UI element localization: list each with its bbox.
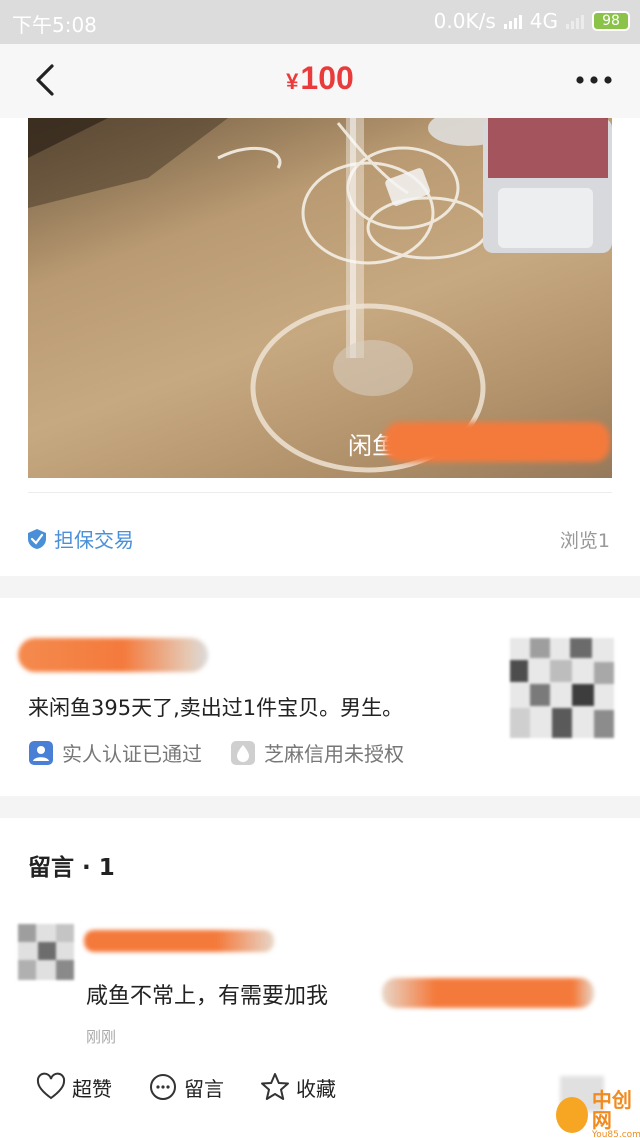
- redacted-contact-info: [382, 978, 594, 1008]
- site-logo-icon: [556, 1097, 588, 1133]
- redacted-seller-name: [18, 638, 208, 672]
- signal-strength-secondary-icon: [566, 13, 584, 29]
- site-logo: 中创网 You85.com: [556, 1090, 640, 1138]
- comment-label: 留言: [184, 1076, 224, 1101]
- like-button[interactable]: 超赞: [36, 1072, 112, 1102]
- network-type: 4G: [529, 9, 558, 33]
- real-name-verified-badge[interactable]: 实人认证已通过: [28, 738, 202, 767]
- product-price: ¥100: [0, 60, 640, 97]
- favorite-label: 收藏: [296, 1076, 336, 1101]
- seller-description: 来闲鱼395天了,卖出过1件宝贝。男生。: [28, 696, 404, 720]
- real-name-verified-label: 实人认证已通过: [62, 742, 202, 766]
- status-time: 下午5:08: [12, 13, 97, 37]
- comment-time: 刚刚: [86, 1028, 117, 1046]
- comment-action-bar: 超赞 留言 收藏: [36, 1072, 336, 1102]
- zhima-credit-label: 芝麻信用未授权: [264, 742, 404, 766]
- product-photo[interactable]: 闲鱼: [28, 118, 612, 478]
- signal-strength-icon: [503, 13, 522, 29]
- favorite-button[interactable]: 收藏: [260, 1072, 336, 1102]
- status-bar: 下午5:08 0.0K/s 4G 98: [0, 0, 640, 44]
- network-speed: 0.0K/s: [433, 9, 496, 33]
- battery-icon: 98: [592, 11, 630, 31]
- heart-icon: [36, 1072, 66, 1100]
- top-nav-bar: ¥100: [0, 44, 640, 118]
- price-amount: 100: [300, 60, 354, 96]
- comments-card: 留言 · 1 咸鱼不常上，有需要加我 刚刚 超赞 留言 收藏: [0, 818, 640, 1138]
- star-icon: [261, 1073, 289, 1100]
- zhima-credit-icon: [231, 740, 255, 765]
- seller-avatar[interactable]: [510, 638, 614, 738]
- view-count: 浏览1: [559, 530, 610, 552]
- guarantee-label: 担保交易: [54, 528, 134, 552]
- like-label: 超赞: [72, 1076, 112, 1101]
- comment-bubble-icon: [150, 1074, 176, 1100]
- redacted-watermark-id: [384, 422, 610, 462]
- comments-title: 留言 · 1: [28, 855, 115, 881]
- site-logo-domain: You85.com: [591, 1130, 640, 1138]
- seller-badges: 实人认证已通过 芝麻信用未授权: [28, 738, 404, 767]
- shield-icon: [28, 528, 46, 549]
- comment-button[interactable]: 留言: [148, 1072, 224, 1102]
- more-options-icon[interactable]: [574, 74, 614, 86]
- status-indicators: 0.0K/s 4G 98: [434, 9, 630, 33]
- currency-symbol: ¥: [286, 69, 299, 94]
- product-divider: [28, 492, 612, 493]
- seller-card[interactable]: 来闲鱼395天了,卖出过1件宝贝。男生。 实人认证已通过 芝麻信用未授权: [0, 598, 640, 796]
- verified-person-icon: [29, 740, 53, 765]
- site-logo-name: 中创网: [591, 1088, 632, 1132]
- comment-text: 咸鱼不常上，有需要加我: [86, 984, 329, 1009]
- product-card: 闲鱼 担保交易 浏览1: [0, 118, 640, 576]
- zhima-credit-badge[interactable]: 芝麻信用未授权: [230, 738, 404, 767]
- redacted-commenter-name: [84, 930, 274, 952]
- guarantee-trade-badge[interactable]: 担保交易: [26, 524, 134, 553]
- commenter-avatar[interactable]: [18, 924, 74, 980]
